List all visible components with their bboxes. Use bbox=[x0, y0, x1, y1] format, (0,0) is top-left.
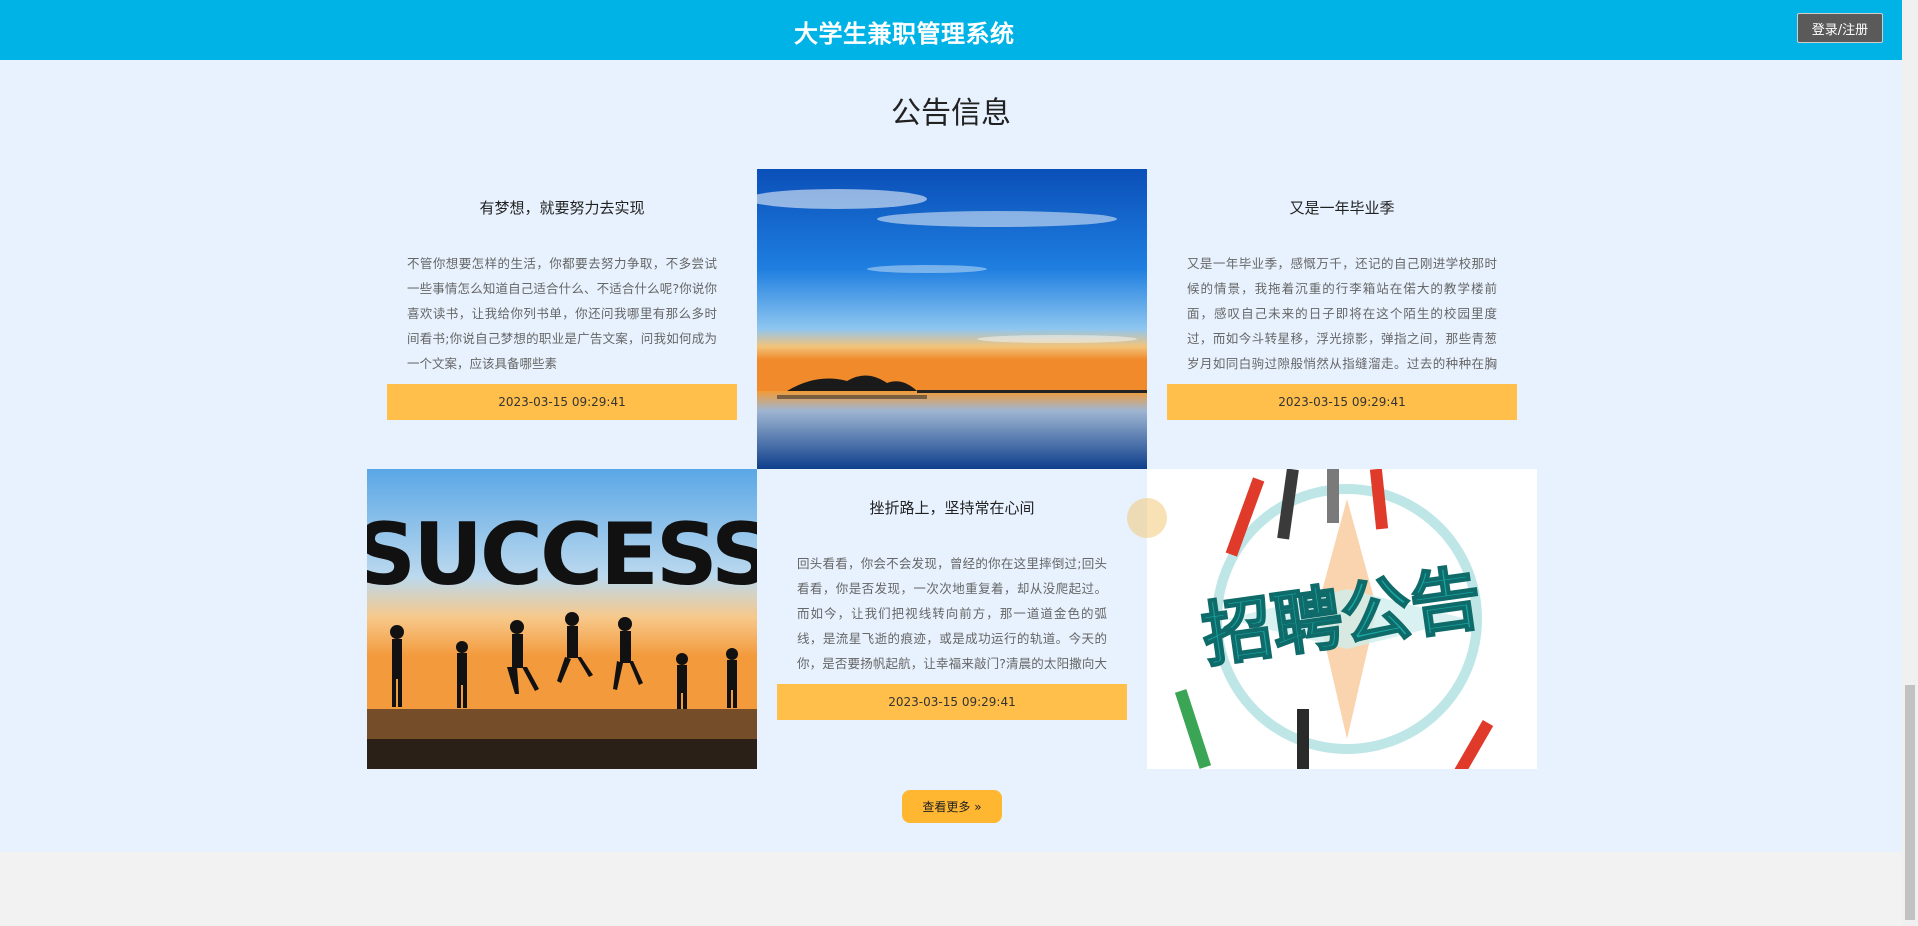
recruitment-notice-image[interactable]: 招聘公告 bbox=[1147, 469, 1537, 769]
login-register-button[interactable]: 登录/注册 bbox=[1797, 13, 1883, 43]
notice-card-title[interactable]: 挫折路上，坚持常在心间 bbox=[757, 497, 1147, 518]
notice-card-date: 2023-03-15 09:29:41 bbox=[777, 684, 1127, 720]
notice-card-date: 2023-03-15 09:29:41 bbox=[387, 384, 737, 420]
success-image[interactable]: SUCCESS bbox=[367, 469, 757, 769]
sunset-lake-image[interactable] bbox=[757, 169, 1147, 469]
site-title: 大学生兼职管理系统 bbox=[794, 20, 1015, 48]
notice-card-date: 2023-03-15 09:29:41 bbox=[1167, 384, 1517, 420]
notice-card-3[interactable]: 挫折路上，坚持常在心间 回头看看，你会不会发现，曾经的你在这里摔倒过;回头看看，… bbox=[757, 469, 1147, 769]
scrollbar-thumb[interactable] bbox=[1905, 685, 1915, 920]
sunset-lake-picture bbox=[757, 169, 1147, 469]
section-title: 公告信息 bbox=[891, 96, 1011, 131]
notice-card-2[interactable]: 又是一年毕业季 又是一年毕业季，感慨万千，还记的自己刚进学校那时候的情景，我拖着… bbox=[1147, 169, 1537, 469]
notice-card-body: 又是一年毕业季，感慨万千，还记的自己刚进学校那时候的情景，我拖着沉重的行李箱站在… bbox=[1187, 256, 1497, 371]
notice-card-1[interactable]: 有梦想，就要努力去实现 不管你想要怎样的生活，你都要去努力争取，不多尝试一些事情… bbox=[367, 169, 757, 469]
notice-card-title[interactable]: 有梦想，就要努力去实现 bbox=[367, 197, 757, 218]
notice-card-body: 回头看看，你会不会发现，曾经的你在这里摔倒过;回头看看，你是否发现，一次次地重复… bbox=[797, 556, 1107, 671]
success-silhouettes-picture: SUCCESS bbox=[367, 469, 757, 769]
success-word: SUCCESS bbox=[367, 505, 757, 605]
view-more-button[interactable]: 查看更多 » bbox=[902, 790, 1002, 823]
mouse-cursor-highlight bbox=[1127, 498, 1167, 538]
notice-card-title[interactable]: 又是一年毕业季 bbox=[1147, 197, 1537, 218]
notice-card-body: 不管你想要怎样的生活，你都要去努力争取，不多尝试一些事情怎么知道自己适合什么、不… bbox=[407, 256, 717, 371]
page: 大学生兼职管理系统 登录/注册 公告信息 有梦想，就要努力去实现 不管你想要怎样… bbox=[0, 0, 1918, 926]
top-header: 大学生兼职管理系统 登录/注册 bbox=[0, 0, 1902, 60]
recruitment-notice-picture: 招聘公告 bbox=[1147, 469, 1537, 769]
